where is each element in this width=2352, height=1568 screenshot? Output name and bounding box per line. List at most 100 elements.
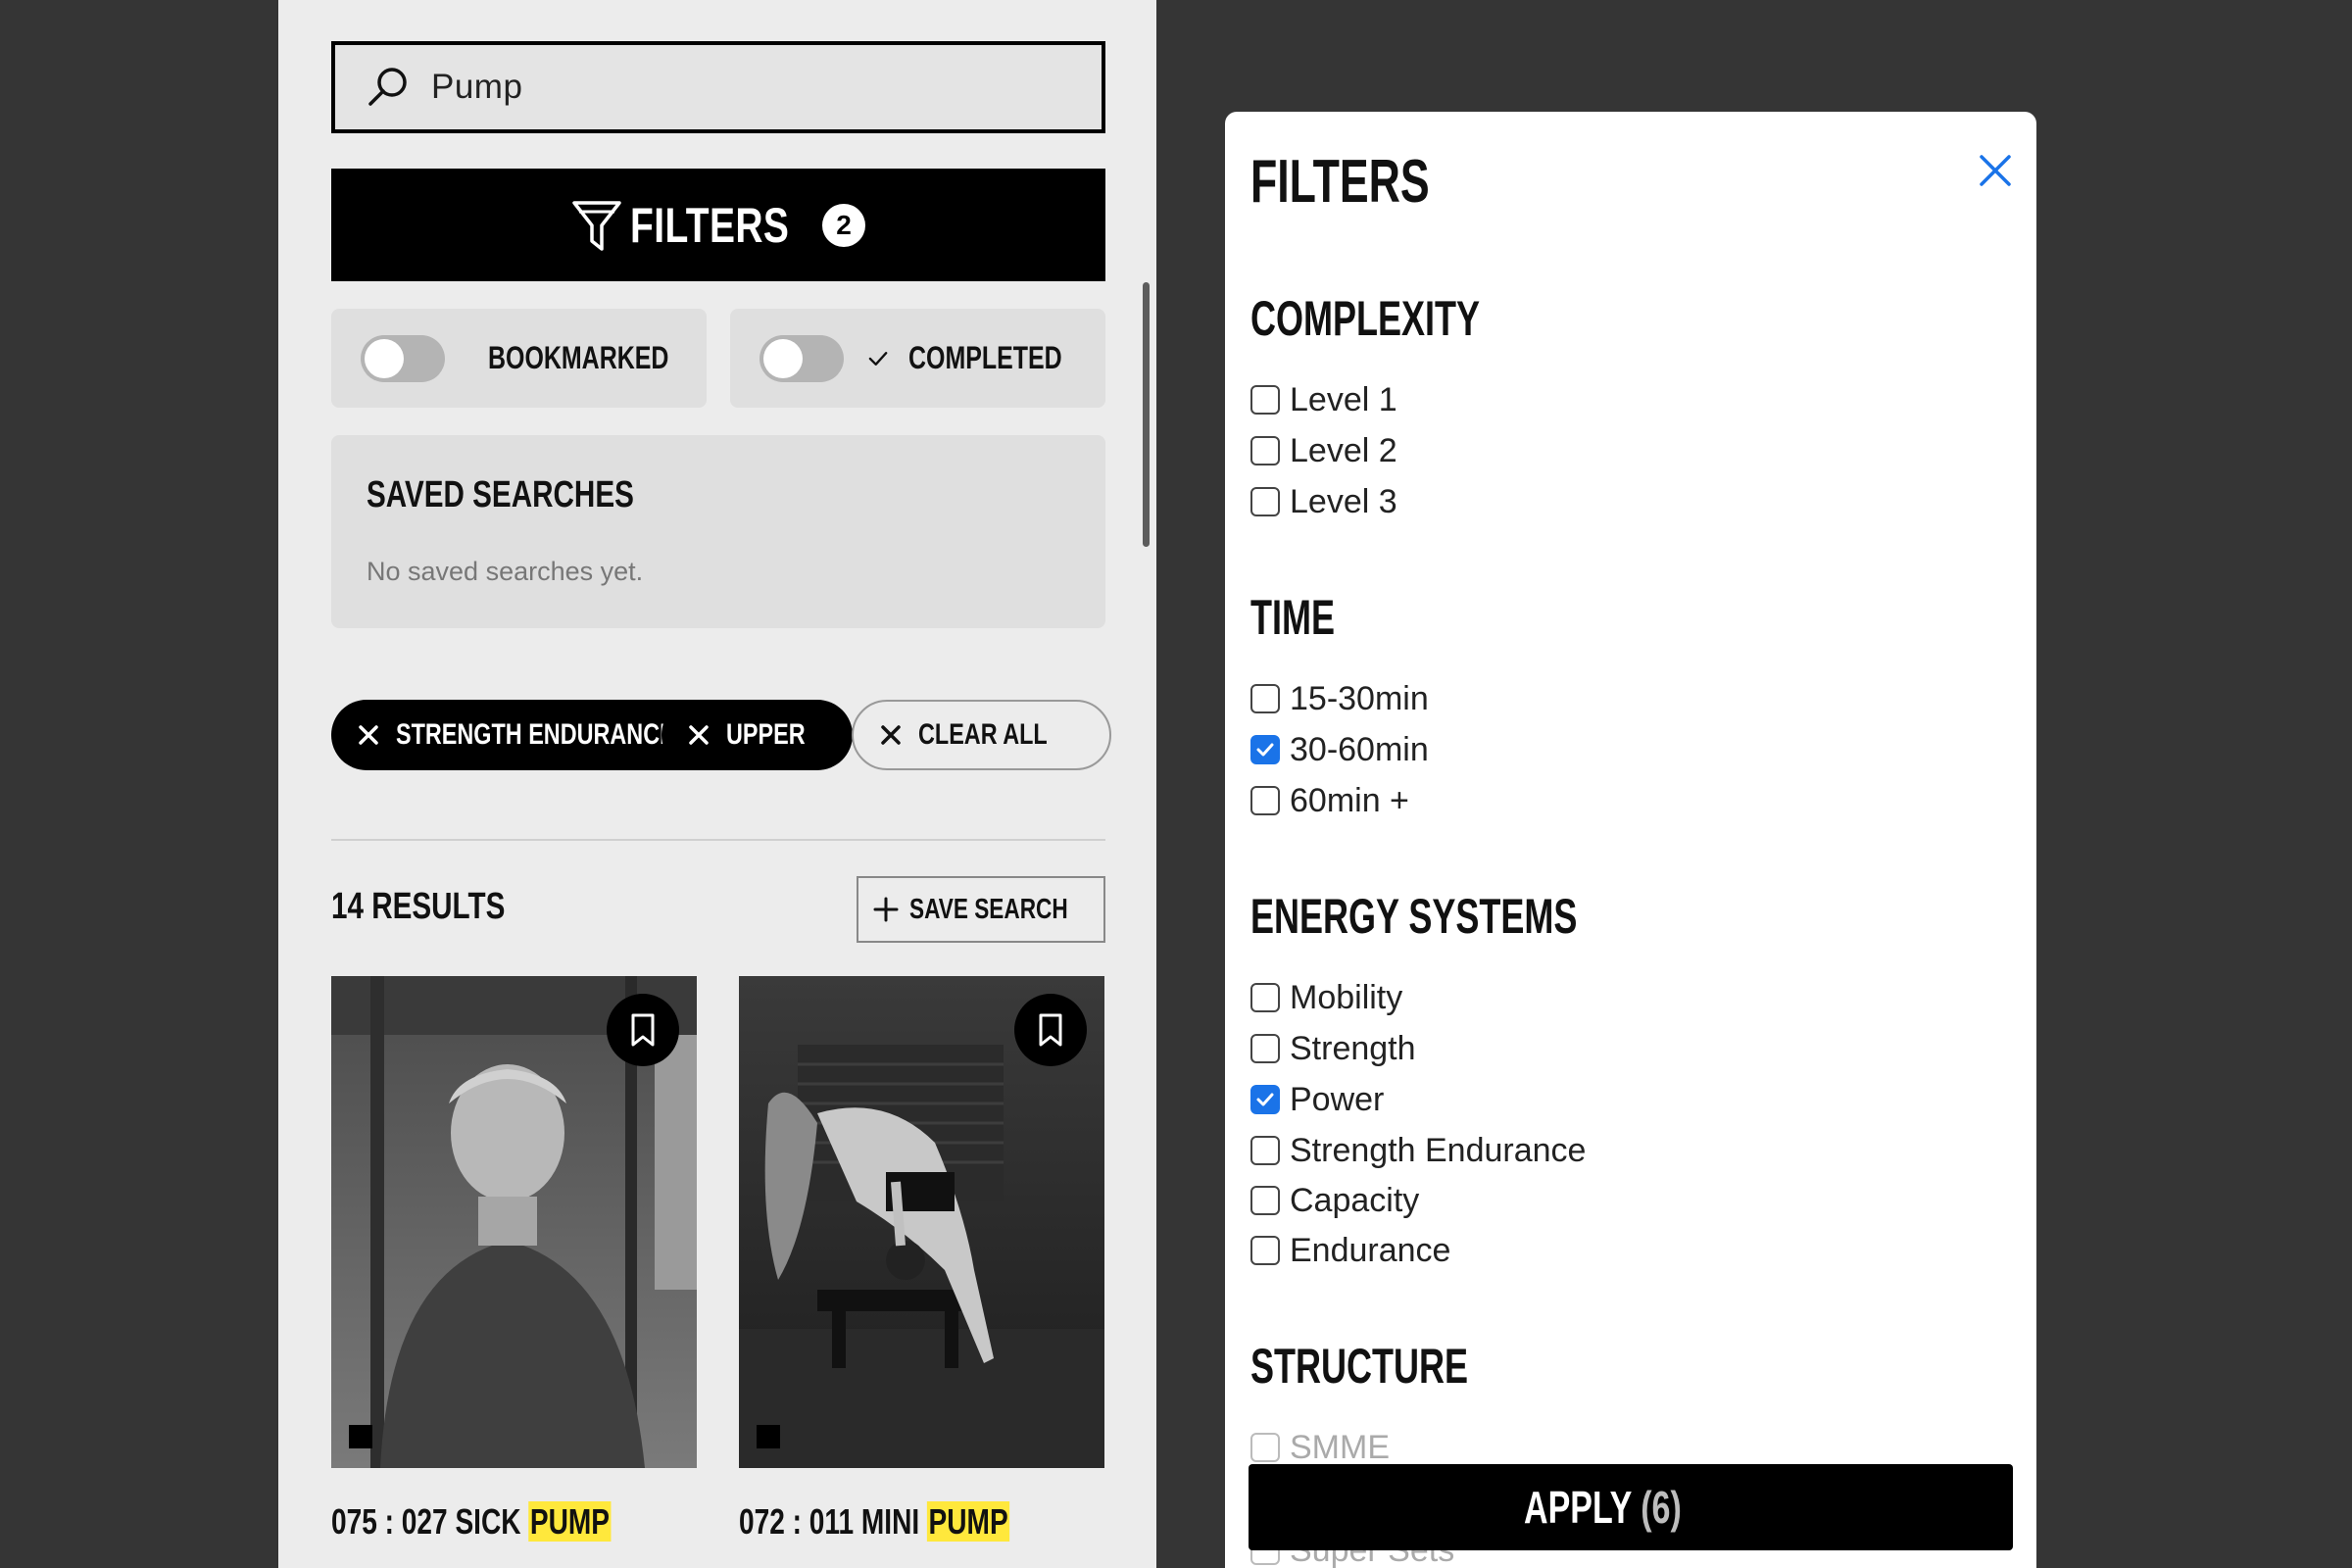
close-icon (689, 725, 709, 745)
checkbox[interactable] (1250, 684, 1280, 713)
checkbox[interactable] (1250, 983, 1280, 1012)
save-search-label: SAVE SEARCH (909, 893, 1069, 925)
option-label: Strength (1290, 1029, 1416, 1067)
checkbox[interactable] (1250, 487, 1280, 516)
filter-option-30-60min[interactable]: 30-60min (1250, 730, 1429, 769)
checkbox[interactable] (1250, 786, 1280, 815)
card-corner-mark (349, 1425, 372, 1448)
active-filter-chip[interactable]: UPPER (662, 700, 854, 770)
card-title-text: 072 : 011 MINI (739, 1501, 927, 1542)
saved-searches-card: SAVED SEARCHES No saved searches yet. (331, 435, 1105, 628)
option-label: Level 3 (1290, 482, 1397, 520)
close-icon[interactable] (1974, 149, 2017, 192)
filter-option-strength-endurance[interactable]: Strength Endurance (1250, 1131, 1586, 1170)
bookmarked-toggle-label: BOOKMARKED (488, 340, 669, 375)
card-bookmark-button[interactable] (1014, 994, 1087, 1066)
energy-systems-section-title: ENERGY SYSTEMS (1250, 889, 1578, 944)
option-label: Level 2 (1290, 431, 1397, 469)
funnel-icon (572, 200, 621, 251)
option-label: Mobility (1290, 978, 1403, 1016)
section-divider (331, 839, 1105, 841)
apply-button[interactable]: APPLY (6) (1249, 1464, 2013, 1550)
filter-option-60min-plus[interactable]: 60min + (1250, 781, 1409, 820)
option-label: 15-30min (1290, 679, 1429, 717)
filter-option-level-3[interactable]: Level 3 (1250, 482, 1397, 521)
card-bookmark-button[interactable] (607, 994, 679, 1066)
checkmark-icon (868, 351, 888, 366)
filter-option-endurance[interactable]: Endurance (1250, 1231, 1450, 1270)
toggle-knob (763, 338, 803, 378)
bookmark-icon (631, 1013, 655, 1047)
plus-icon (873, 897, 899, 922)
active-filter-chip-label: STRENGTH ENDURANCE (396, 718, 675, 751)
search-term-highlight: PUMP (528, 1501, 612, 1542)
search-icon (368, 68, 407, 106)
checkbox[interactable] (1250, 1236, 1280, 1265)
filters-button-label: FILTERS (629, 197, 790, 253)
apply-count: (6) (1641, 1482, 1683, 1533)
bookmarked-toggle[interactable] (361, 334, 445, 382)
checkbox[interactable] (1250, 1186, 1280, 1215)
time-section-title: TIME (1250, 590, 1335, 645)
filter-option-strength[interactable]: Strength (1250, 1029, 1416, 1068)
filter-option-smme[interactable]: SMME (1250, 1428, 1390, 1467)
search-input[interactable]: Pump (431, 68, 522, 107)
completed-toggle-label: COMPLETED (908, 340, 1062, 375)
filter-option-15-30min[interactable]: 15-30min (1250, 679, 1429, 718)
filter-option-capacity[interactable]: Capacity (1250, 1181, 1419, 1220)
structure-section-title: STRUCTURE (1250, 1339, 1468, 1394)
save-search-button[interactable]: SAVE SEARCH (857, 876, 1105, 943)
option-label: Level 1 (1290, 380, 1397, 418)
checkbox[interactable] (1250, 385, 1280, 415)
option-label: 60min + (1290, 781, 1409, 819)
filters-button[interactable]: FILTERS 2 (331, 169, 1105, 281)
checkbox[interactable] (1250, 436, 1280, 466)
active-filter-chip-label: UPPER (726, 718, 806, 751)
saved-searches-empty-text: No saved searches yet. (367, 557, 644, 586)
checkbox[interactable] (1250, 1034, 1280, 1063)
toggle-knob (365, 338, 404, 378)
apply-button-label: APPLY (6) (1524, 1481, 1682, 1534)
option-label: 30-60min (1290, 730, 1429, 768)
results-count: 14 RESULTS (331, 886, 506, 927)
completed-toggle[interactable] (760, 334, 844, 382)
clear-all-label: CLEAR ALL (918, 718, 1048, 751)
close-icon (359, 725, 378, 745)
option-label: Strength Endurance (1290, 1131, 1587, 1169)
checkmark-icon (1256, 1093, 1274, 1106)
checkbox-checked[interactable] (1250, 1085, 1280, 1114)
checkbox-checked[interactable] (1250, 735, 1280, 764)
filter-option-power[interactable]: Power (1250, 1080, 1384, 1119)
complexity-section-title: COMPLEXITY (1250, 291, 1481, 346)
filters-count-badge: 2 (822, 203, 866, 247)
filter-option-level-2[interactable]: Level 2 (1250, 431, 1397, 470)
checkbox[interactable] (1250, 1136, 1280, 1165)
option-label: Power (1290, 1080, 1385, 1118)
panel-scrollbar[interactable] (1143, 282, 1150, 547)
workout-browser-panel: Pump FILTERS 2 BOOKMARKED COMPLETED SAVE… (278, 0, 1156, 1568)
modal-title: FILTERS (1250, 148, 1430, 216)
filter-option-level-1[interactable]: Level 1 (1250, 380, 1397, 419)
apply-text: APPLY (1524, 1482, 1633, 1533)
filters-modal: FILTERS COMPLEXITY Level 1 Level 2 Level… (1225, 112, 2036, 1568)
option-label: SMME (1290, 1428, 1390, 1466)
bookmarked-filter-card: BOOKMARKED (331, 309, 707, 408)
close-icon (881, 725, 901, 745)
workout-card[interactable] (739, 976, 1104, 1468)
workout-card-title[interactable]: 072 : 011 MINI PUMP (739, 1501, 1010, 1543)
option-label: Endurance (1290, 1231, 1451, 1269)
workout-card-title[interactable]: 075 : 027 SICK PUMP (331, 1501, 612, 1543)
checkbox[interactable] (1250, 1433, 1280, 1462)
bookmark-icon (1039, 1013, 1062, 1047)
filter-option-mobility[interactable]: Mobility (1250, 978, 1402, 1017)
completed-filter-card: COMPLETED (730, 309, 1105, 408)
clear-all-button[interactable]: CLEAR ALL (852, 700, 1111, 770)
search-term-highlight: PUMP (926, 1501, 1010, 1542)
saved-searches-title: SAVED SEARCHES (367, 474, 634, 515)
workout-card[interactable] (331, 976, 697, 1468)
card-corner-mark (757, 1425, 780, 1448)
checkmark-icon (1256, 743, 1274, 757)
option-label: Capacity (1290, 1181, 1420, 1219)
search-field[interactable]: Pump (331, 41, 1105, 133)
card-title-text: 075 : 027 SICK (331, 1501, 529, 1542)
